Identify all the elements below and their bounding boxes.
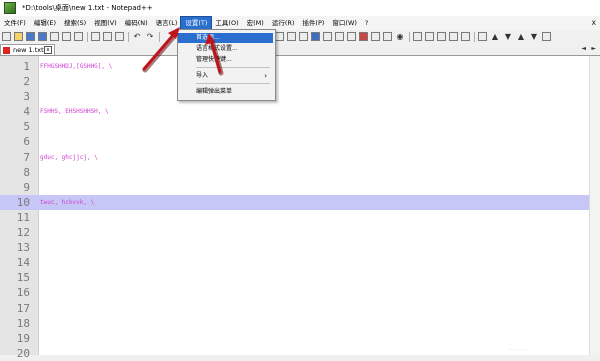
annotation-arrows <box>142 27 224 76</box>
annotation-arrow-to-settings-menu <box>142 31 177 71</box>
